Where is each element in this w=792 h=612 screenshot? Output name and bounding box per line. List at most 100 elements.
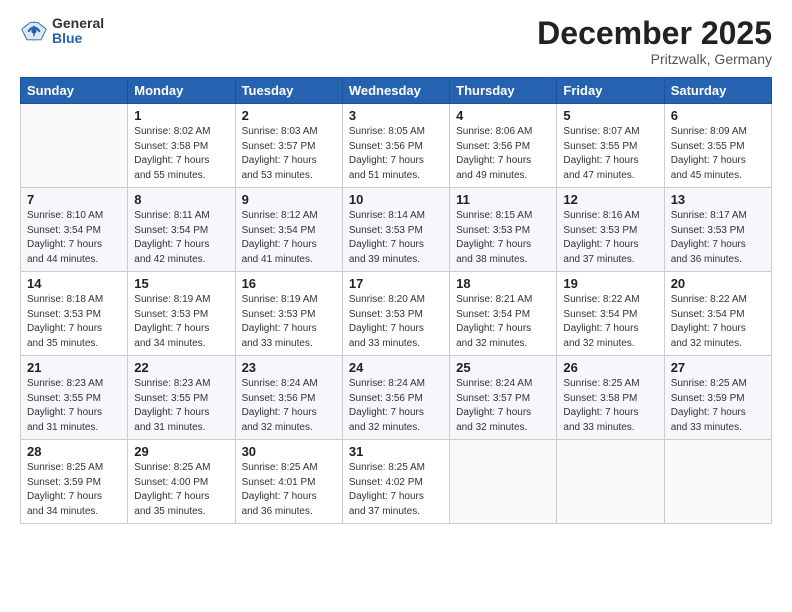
day-number: 4 xyxy=(456,108,550,123)
day-number: 18 xyxy=(456,276,550,291)
table-row xyxy=(664,440,771,524)
logo: General Blue xyxy=(20,16,104,47)
header: General Blue December 2025 Pritzwalk, Ge… xyxy=(20,16,772,67)
month-title: December 2025 xyxy=(537,16,772,51)
cell-info: Sunrise: 8:25 AM Sunset: 3:59 PM Dayligh… xyxy=(27,461,121,519)
table-row: 31 Sunrise: 8:25 AM Sunset: 4:02 PM Dayl… xyxy=(342,440,449,524)
cell-info: Sunrise: 8:22 AM Sunset: 3:54 PM Dayligh… xyxy=(563,293,657,351)
cell-info: Sunrise: 8:15 AM Sunset: 3:53 PM Dayligh… xyxy=(456,209,550,267)
cell-info: Sunrise: 8:11 AM Sunset: 3:54 PM Dayligh… xyxy=(134,209,228,267)
day-number: 8 xyxy=(134,192,228,207)
header-wednesday: Wednesday xyxy=(342,78,449,104)
day-number: 6 xyxy=(671,108,765,123)
logo-text: General Blue xyxy=(52,16,104,47)
table-row: 18 Sunrise: 8:21 AM Sunset: 3:54 PM Dayl… xyxy=(450,272,557,356)
table-row: 11 Sunrise: 8:15 AM Sunset: 3:53 PM Dayl… xyxy=(450,188,557,272)
page: General Blue December 2025 Pritzwalk, Ge… xyxy=(0,0,792,612)
table-row: 14 Sunrise: 8:18 AM Sunset: 3:53 PM Dayl… xyxy=(21,272,128,356)
cell-info: Sunrise: 8:24 AM Sunset: 3:57 PM Dayligh… xyxy=(456,377,550,435)
table-row: 19 Sunrise: 8:22 AM Sunset: 3:54 PM Dayl… xyxy=(557,272,664,356)
header-tuesday: Tuesday xyxy=(235,78,342,104)
table-row: 4 Sunrise: 8:06 AM Sunset: 3:56 PM Dayli… xyxy=(450,104,557,188)
day-number: 10 xyxy=(349,192,443,207)
calendar-header-row: Sunday Monday Tuesday Wednesday Thursday… xyxy=(21,78,772,104)
cell-info: Sunrise: 8:19 AM Sunset: 3:53 PM Dayligh… xyxy=(242,293,336,351)
table-row: 15 Sunrise: 8:19 AM Sunset: 3:53 PM Dayl… xyxy=(128,272,235,356)
calendar-week-row: 28 Sunrise: 8:25 AM Sunset: 3:59 PM Dayl… xyxy=(21,440,772,524)
table-row: 8 Sunrise: 8:11 AM Sunset: 3:54 PM Dayli… xyxy=(128,188,235,272)
table-row: 30 Sunrise: 8:25 AM Sunset: 4:01 PM Dayl… xyxy=(235,440,342,524)
cell-info: Sunrise: 8:25 AM Sunset: 4:02 PM Dayligh… xyxy=(349,461,443,519)
header-sunday: Sunday xyxy=(21,78,128,104)
header-thursday: Thursday xyxy=(450,78,557,104)
table-row: 24 Sunrise: 8:24 AM Sunset: 3:56 PM Dayl… xyxy=(342,356,449,440)
cell-info: Sunrise: 8:03 AM Sunset: 3:57 PM Dayligh… xyxy=(242,125,336,183)
table-row: 22 Sunrise: 8:23 AM Sunset: 3:55 PM Dayl… xyxy=(128,356,235,440)
cell-info: Sunrise: 8:18 AM Sunset: 3:53 PM Dayligh… xyxy=(27,293,121,351)
day-number: 14 xyxy=(27,276,121,291)
table-row: 29 Sunrise: 8:25 AM Sunset: 4:00 PM Dayl… xyxy=(128,440,235,524)
day-number: 21 xyxy=(27,360,121,375)
table-row xyxy=(557,440,664,524)
day-number: 7 xyxy=(27,192,121,207)
cell-info: Sunrise: 8:12 AM Sunset: 3:54 PM Dayligh… xyxy=(242,209,336,267)
day-number: 27 xyxy=(671,360,765,375)
day-number: 1 xyxy=(134,108,228,123)
table-row: 20 Sunrise: 8:22 AM Sunset: 3:54 PM Dayl… xyxy=(664,272,771,356)
table-row xyxy=(450,440,557,524)
logo-general-label: General xyxy=(52,16,104,31)
location-subtitle: Pritzwalk, Germany xyxy=(537,51,772,67)
cell-info: Sunrise: 8:10 AM Sunset: 3:54 PM Dayligh… xyxy=(27,209,121,267)
day-number: 5 xyxy=(563,108,657,123)
calendar-week-row: 21 Sunrise: 8:23 AM Sunset: 3:55 PM Dayl… xyxy=(21,356,772,440)
day-number: 9 xyxy=(242,192,336,207)
cell-info: Sunrise: 8:19 AM Sunset: 3:53 PM Dayligh… xyxy=(134,293,228,351)
cell-info: Sunrise: 8:20 AM Sunset: 3:53 PM Dayligh… xyxy=(349,293,443,351)
day-number: 11 xyxy=(456,192,550,207)
table-row: 28 Sunrise: 8:25 AM Sunset: 3:59 PM Dayl… xyxy=(21,440,128,524)
day-number: 17 xyxy=(349,276,443,291)
header-saturday: Saturday xyxy=(664,78,771,104)
table-row: 12 Sunrise: 8:16 AM Sunset: 3:53 PM Dayl… xyxy=(557,188,664,272)
table-row: 6 Sunrise: 8:09 AM Sunset: 3:55 PM Dayli… xyxy=(664,104,771,188)
table-row: 2 Sunrise: 8:03 AM Sunset: 3:57 PM Dayli… xyxy=(235,104,342,188)
day-number: 16 xyxy=(242,276,336,291)
day-number: 23 xyxy=(242,360,336,375)
table-row xyxy=(21,104,128,188)
cell-info: Sunrise: 8:17 AM Sunset: 3:53 PM Dayligh… xyxy=(671,209,765,267)
day-number: 15 xyxy=(134,276,228,291)
day-number: 13 xyxy=(671,192,765,207)
title-block: December 2025 Pritzwalk, Germany xyxy=(537,16,772,67)
day-number: 24 xyxy=(349,360,443,375)
day-number: 30 xyxy=(242,444,336,459)
table-row: 25 Sunrise: 8:24 AM Sunset: 3:57 PM Dayl… xyxy=(450,356,557,440)
day-number: 20 xyxy=(671,276,765,291)
table-row: 5 Sunrise: 8:07 AM Sunset: 3:55 PM Dayli… xyxy=(557,104,664,188)
day-number: 25 xyxy=(456,360,550,375)
day-number: 2 xyxy=(242,108,336,123)
table-row: 1 Sunrise: 8:02 AM Sunset: 3:58 PM Dayli… xyxy=(128,104,235,188)
table-row: 13 Sunrise: 8:17 AM Sunset: 3:53 PM Dayl… xyxy=(664,188,771,272)
header-friday: Friday xyxy=(557,78,664,104)
table-row: 10 Sunrise: 8:14 AM Sunset: 3:53 PM Dayl… xyxy=(342,188,449,272)
table-row: 17 Sunrise: 8:20 AM Sunset: 3:53 PM Dayl… xyxy=(342,272,449,356)
day-number: 28 xyxy=(27,444,121,459)
day-number: 19 xyxy=(563,276,657,291)
cell-info: Sunrise: 8:09 AM Sunset: 3:55 PM Dayligh… xyxy=(671,125,765,183)
header-monday: Monday xyxy=(128,78,235,104)
table-row: 26 Sunrise: 8:25 AM Sunset: 3:58 PM Dayl… xyxy=(557,356,664,440)
cell-info: Sunrise: 8:25 AM Sunset: 4:01 PM Dayligh… xyxy=(242,461,336,519)
day-number: 26 xyxy=(563,360,657,375)
day-number: 22 xyxy=(134,360,228,375)
cell-info: Sunrise: 8:06 AM Sunset: 3:56 PM Dayligh… xyxy=(456,125,550,183)
calendar-week-row: 14 Sunrise: 8:18 AM Sunset: 3:53 PM Dayl… xyxy=(21,272,772,356)
calendar-week-row: 7 Sunrise: 8:10 AM Sunset: 3:54 PM Dayli… xyxy=(21,188,772,272)
cell-info: Sunrise: 8:16 AM Sunset: 3:53 PM Dayligh… xyxy=(563,209,657,267)
cell-info: Sunrise: 8:07 AM Sunset: 3:55 PM Dayligh… xyxy=(563,125,657,183)
logo-icon xyxy=(20,17,48,45)
table-row: 16 Sunrise: 8:19 AM Sunset: 3:53 PM Dayl… xyxy=(235,272,342,356)
table-row: 21 Sunrise: 8:23 AM Sunset: 3:55 PM Dayl… xyxy=(21,356,128,440)
calendar-week-row: 1 Sunrise: 8:02 AM Sunset: 3:58 PM Dayli… xyxy=(21,104,772,188)
day-number: 12 xyxy=(563,192,657,207)
cell-info: Sunrise: 8:25 AM Sunset: 3:58 PM Dayligh… xyxy=(563,377,657,435)
